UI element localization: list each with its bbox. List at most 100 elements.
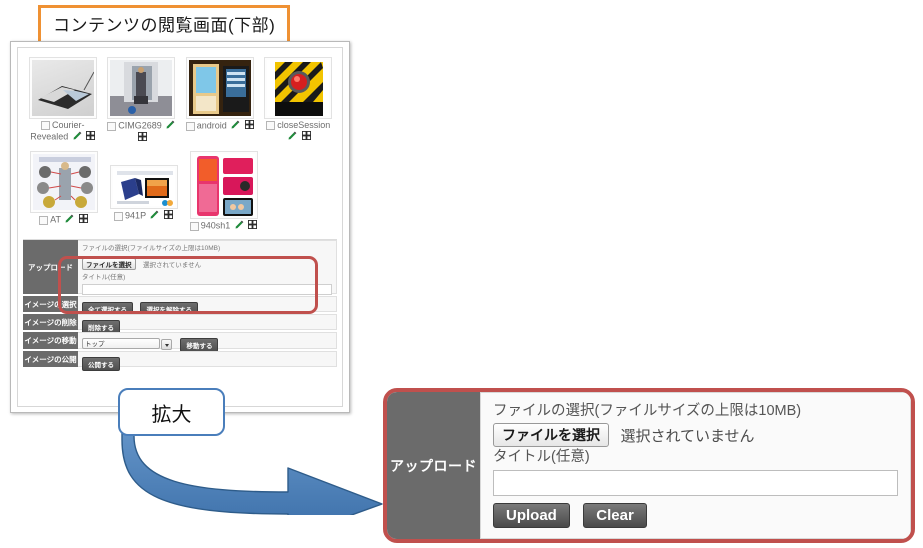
pink-flip-phone-icon bbox=[192, 154, 255, 216]
thumbnail-art bbox=[31, 60, 94, 116]
upload-button-large[interactable]: Upload bbox=[493, 503, 570, 528]
pda-screens-icon bbox=[188, 60, 251, 116]
thumbnail-checkbox[interactable] bbox=[189, 221, 199, 231]
file-select-status: 選択されていません bbox=[142, 262, 202, 269]
phone-ad-icon bbox=[112, 168, 175, 206]
expand-icon[interactable] bbox=[86, 131, 96, 143]
thumbnail-image-android[interactable] bbox=[185, 57, 254, 119]
thumbnail-image-at[interactable] bbox=[29, 151, 98, 213]
upload-panel-zoomed: アップロード ファイルの選択(ファイルサイズの上限は10MB) ファイルを選択 … bbox=[383, 388, 915, 543]
thumbnail-row-2: AT 941P 940sh1 bbox=[24, 148, 338, 232]
file-select-label: ファイルの選択(ファイルサイズの上限は10MB) bbox=[82, 245, 221, 252]
expand-icon[interactable] bbox=[244, 120, 254, 132]
form-row-move: イメージの移動 トップ 移動する bbox=[23, 332, 337, 352]
title-input[interactable] bbox=[82, 284, 332, 295]
form-row-header: イメージの削除 bbox=[23, 314, 78, 330]
image-operations-form: アップロード ファイルの選択(ファイルサイズの上限は10MB) ファイルを選択 … bbox=[23, 239, 337, 371]
clear-button-large[interactable]: Clear bbox=[583, 503, 647, 528]
title-input-large[interactable] bbox=[493, 470, 898, 496]
thumbnail-art bbox=[192, 154, 255, 216]
thumbnail-checkbox[interactable] bbox=[114, 211, 124, 221]
form-row-select: イメージの選択 全て選択する 選択を解除する bbox=[23, 296, 337, 316]
expand-icon[interactable] bbox=[137, 132, 147, 144]
publish-button[interactable]: 公開する bbox=[82, 357, 120, 371]
thumbnail-item[interactable]: Courier-Revealed bbox=[24, 54, 102, 143]
form-row-header: イメージの移動 bbox=[23, 332, 78, 349]
move-destination-select[interactable]: トップ bbox=[82, 338, 172, 351]
thumbnail-label-text: CIMG2689 bbox=[118, 120, 162, 131]
form-row-body: 全て選択する 選択を解除する bbox=[78, 296, 337, 316]
thumbnail-item[interactable]: AT bbox=[24, 148, 103, 226]
thumbnail-art bbox=[188, 60, 251, 116]
thumbnail-caption: 940sh1 bbox=[184, 220, 263, 232]
edit-pencil-icon[interactable] bbox=[231, 120, 240, 132]
form-row-header: イメージの選択 bbox=[23, 296, 78, 312]
thumbnail-label-text: closeSession bbox=[277, 120, 331, 130]
edit-pencil-icon[interactable] bbox=[150, 210, 159, 222]
form-row-body: ファイルの選択(ファイルサイズの上限は10MB) ファイルを選択 選択されていま… bbox=[78, 240, 337, 315]
diagram-chart-icon bbox=[32, 154, 95, 210]
upload-panel-header: アップロード bbox=[387, 392, 480, 539]
thumbnail-caption: CIMG2689 bbox=[103, 120, 181, 144]
form-row-body: トップ 移動する bbox=[78, 332, 337, 352]
thumbnail-row-1: Courier-Revealed CIMG2689 android closeS… bbox=[24, 54, 338, 144]
thumbnail-art bbox=[267, 60, 330, 116]
thumbnail-label-text: AT bbox=[50, 214, 61, 225]
thumbnail-checkbox[interactable] bbox=[185, 121, 195, 131]
thumbnail-caption: AT bbox=[24, 214, 103, 226]
thumbnail-image-courier[interactable] bbox=[28, 57, 97, 119]
thumbnail-image-940sh1[interactable] bbox=[189, 151, 258, 219]
thumbnail-item[interactable]: android bbox=[181, 54, 259, 132]
callout-text: 拡大 bbox=[151, 403, 192, 426]
expand-icon[interactable] bbox=[78, 214, 88, 226]
thumbnail-item[interactable]: 941P bbox=[104, 148, 183, 222]
thumbnail-caption: android bbox=[181, 120, 259, 132]
thumbnail-caption: closeSession bbox=[260, 120, 338, 143]
thumbnail-caption: Courier-Revealed bbox=[24, 120, 102, 143]
move-button[interactable]: 移動する bbox=[180, 338, 219, 352]
move-destination-value: トップ bbox=[85, 341, 105, 349]
edit-pencil-icon[interactable] bbox=[73, 131, 82, 143]
thumbnail-checkbox[interactable] bbox=[39, 215, 49, 225]
file-select-status-large: 選択されていません bbox=[620, 427, 755, 445]
file-select-button[interactable]: ファイルを選択 bbox=[82, 258, 136, 270]
thumbnail-item[interactable]: 940sh1 bbox=[184, 148, 263, 232]
expand-icon[interactable] bbox=[301, 131, 311, 143]
robot-hallway-icon bbox=[110, 60, 173, 116]
edit-pencil-icon[interactable] bbox=[166, 120, 175, 132]
caption-text: コンテンツの閲覧画面(下部) bbox=[53, 16, 276, 35]
thumbnail-caption: 941P bbox=[104, 210, 183, 222]
page-inner-frame: Courier-Revealed CIMG2689 android closeS… bbox=[17, 47, 343, 407]
thumbnail-checkbox[interactable] bbox=[40, 121, 50, 131]
thumbnail-checkbox[interactable] bbox=[107, 121, 117, 131]
thumbnail-art bbox=[112, 168, 175, 206]
form-row-publish: イメージの公開 公開する bbox=[23, 351, 337, 371]
form-row-header: イメージの公開 bbox=[23, 351, 78, 367]
edit-pencil-icon[interactable] bbox=[288, 131, 297, 143]
thumbnail-art bbox=[110, 60, 173, 116]
form-row-delete: イメージの削除 削除する bbox=[23, 314, 337, 334]
file-select-label-large: ファイルの選択(ファイルサイズの上限は10MB) bbox=[493, 403, 802, 419]
expand-icon[interactable] bbox=[248, 220, 258, 232]
upload-panel-body: ファイルの選択(ファイルサイズの上限は10MB) ファイルを選択 選択されていま… bbox=[480, 392, 911, 539]
expand-icon[interactable] bbox=[163, 210, 173, 222]
file-select-button-large[interactable]: ファイルを選択 bbox=[493, 423, 609, 447]
thumbnail-image-closesession[interactable] bbox=[264, 57, 333, 119]
page-title-caption: コンテンツの閲覧画面(下部) bbox=[38, 5, 291, 44]
content-browse-screen-panel: Courier-Revealed CIMG2689 android closeS… bbox=[10, 41, 350, 413]
form-row-header: アップロード bbox=[23, 240, 78, 294]
pda-organizer-icon bbox=[37, 71, 94, 109]
form-row-body: 削除する bbox=[78, 314, 337, 334]
thumbnail-image-941p[interactable] bbox=[109, 165, 178, 209]
thumbnail-item[interactable]: closeSession bbox=[260, 54, 338, 143]
thumbnail-checkbox[interactable] bbox=[266, 121, 276, 131]
chevron-down-icon[interactable] bbox=[161, 339, 172, 351]
thumbnail-item[interactable]: CIMG2689 bbox=[103, 54, 181, 144]
edit-pencil-icon[interactable] bbox=[65, 214, 74, 226]
thumbnail-image-cimg2689[interactable] bbox=[107, 57, 176, 119]
title-label-large: タイトル(任意) bbox=[493, 449, 590, 465]
zoom-callout-box: 拡大 bbox=[118, 388, 225, 436]
edit-pencil-icon[interactable] bbox=[235, 220, 244, 232]
red-button-hazard-icon bbox=[267, 60, 330, 116]
thumbnail-art bbox=[32, 154, 95, 210]
